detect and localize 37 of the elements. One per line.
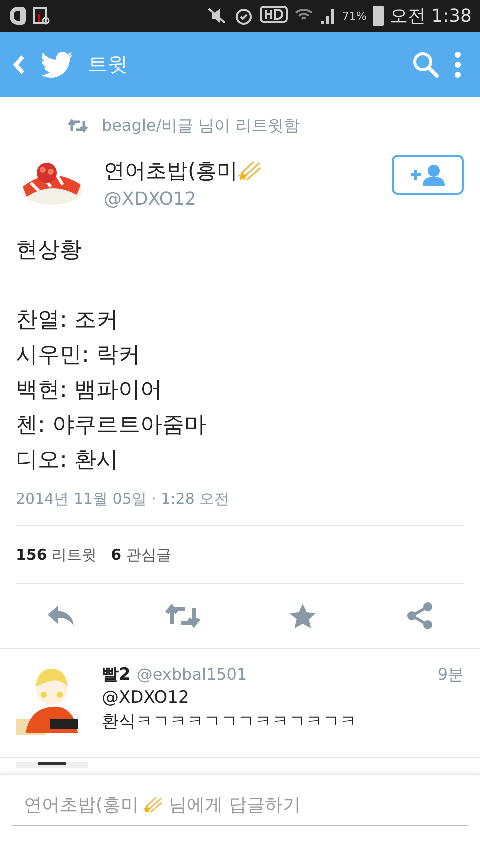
stat-count[interactable]: 6 관심글 bbox=[111, 546, 172, 565]
tweet-timestamp: 2014년 11월 05일 · 1:28 오전 bbox=[16, 478, 464, 526]
back-icon[interactable] bbox=[12, 54, 26, 76]
battery-percent: 71% bbox=[342, 10, 367, 22]
tweet-text: 현상황 찬열: 조커 시우민: 락커 백현: 뱀파이어 첸: 야쿠르트아줌마 디오: 환시 bbox=[15, 237, 208, 475]
hd-icon bbox=[260, 6, 288, 26]
shooting-star-icon bbox=[143, 795, 166, 815]
add-user-icon bbox=[409, 164, 447, 186]
battery-icon bbox=[372, 6, 384, 26]
author-handle: @XDXO12 bbox=[104, 188, 198, 210]
retweet-icon[interactable] bbox=[164, 604, 201, 628]
follow-button[interactable] bbox=[392, 155, 464, 195]
retweet-icon bbox=[68, 119, 88, 133]
reply-time: 9분 bbox=[438, 665, 464, 686]
reply-text-line: 환식ㅋㄱㅋㅋㄱㄱㄱㅋㅋㄱㅋㄱㅋ bbox=[102, 711, 358, 734]
app-icon bbox=[10, 7, 26, 25]
bird-icon bbox=[40, 50, 74, 78]
author-name: 연어초밥(홍미 bbox=[104, 158, 238, 184]
reply-author-handle: @exbbal1501 bbox=[136, 665, 248, 684]
placeholder-text: 연어초밥(홍미 bbox=[24, 794, 140, 817]
star-icon[interactable] bbox=[289, 603, 318, 629]
signal-icon bbox=[320, 7, 336, 25]
retweet-note: beagle/비글 님이 리트윗함 bbox=[102, 116, 300, 136]
placeholder-text: 님에게 답글하기 bbox=[169, 794, 301, 817]
share-icon[interactable] bbox=[406, 602, 434, 630]
screen-title: 트윗 bbox=[88, 51, 128, 78]
more-icon[interactable] bbox=[454, 50, 462, 78]
reply-text-line: @XDXO12 bbox=[102, 687, 190, 710]
clock: 오전 1:38 bbox=[390, 5, 472, 28]
mute-icon bbox=[206, 7, 228, 25]
shooting-star-icon bbox=[238, 158, 264, 182]
reply-author-name: 빨2 bbox=[102, 664, 131, 686]
reply-icon[interactable] bbox=[46, 604, 76, 628]
search-icon[interactable] bbox=[412, 50, 440, 78]
chart-icon bbox=[32, 6, 52, 26]
stat-count[interactable]: 156 리트윗 bbox=[16, 546, 98, 565]
alarm-icon bbox=[234, 6, 254, 26]
